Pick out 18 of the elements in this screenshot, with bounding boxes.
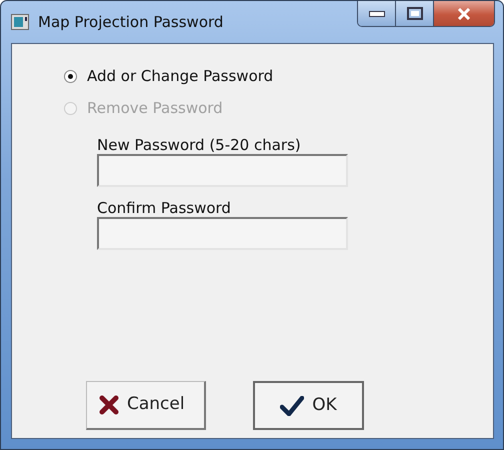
maximize-icon <box>406 7 422 20</box>
field-label: New Password (5-20 chars) <box>97 136 302 154</box>
maximize-button[interactable] <box>396 1 434 26</box>
password-field[interactable] <box>97 217 348 250</box>
option-label[interactable]: Add or Change Password <box>87 64 274 88</box>
window-title: Map Projection Password <box>38 12 224 33</box>
cancel-icon <box>99 395 119 415</box>
ok-button[interactable]: OK <box>253 381 364 430</box>
radio-button[interactable] <box>64 70 77 82</box>
close-button[interactable] <box>434 1 494 26</box>
app-icon <box>11 14 29 30</box>
cancel-button[interactable]: Cancel <box>86 381 206 430</box>
minimize-icon <box>368 10 384 16</box>
password-field[interactable] <box>97 154 348 187</box>
minimize-button[interactable] <box>358 1 396 26</box>
check-icon <box>280 396 304 416</box>
field-label: Confirm Password <box>97 199 232 217</box>
close-icon <box>457 8 471 20</box>
